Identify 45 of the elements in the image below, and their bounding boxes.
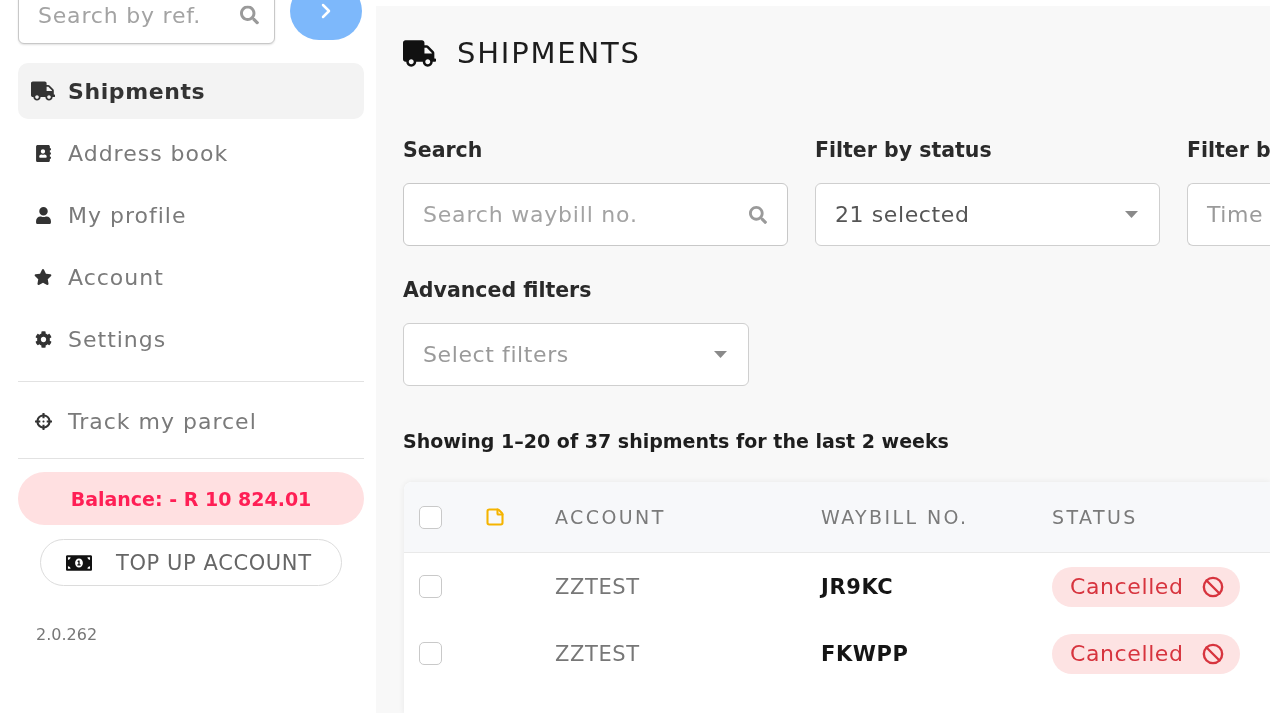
nav-item[interactable]: Address book bbox=[18, 125, 364, 181]
field-label: Filter b bbox=[1187, 138, 1270, 163]
ban-icon bbox=[1201, 642, 1224, 665]
field-label: Filter by status bbox=[815, 138, 992, 163]
input-field[interactable]: Time bbox=[1187, 183, 1270, 246]
select-field[interactable]: 21 selected bbox=[815, 183, 1160, 246]
table-cell: FKWPP bbox=[821, 641, 909, 666]
search-field[interactable]: Search waybill no. bbox=[403, 183, 788, 246]
top-up-button[interactable]: TOP UP ACCOUNT bbox=[40, 539, 342, 586]
checkbox[interactable] bbox=[419, 505, 442, 529]
page-title: SHIPMENTS bbox=[457, 36, 641, 70]
column-header: ACCOUNT bbox=[555, 506, 666, 528]
status-badge: Cancelled bbox=[1052, 566, 1240, 607]
nav-item[interactable]: Shipments bbox=[18, 63, 364, 119]
star-icon bbox=[34, 268, 52, 286]
checkbox[interactable] bbox=[419, 642, 442, 665]
caret-icon bbox=[714, 351, 727, 358]
nav-item[interactable]: Track my parcel bbox=[18, 393, 364, 449]
nav-item[interactable]: My profile bbox=[18, 187, 364, 243]
version-text: 2.0.262 bbox=[36, 625, 98, 644]
nav-item[interactable]: Settings bbox=[18, 311, 364, 367]
address-book-icon bbox=[34, 144, 52, 162]
search-icon bbox=[240, 5, 259, 25]
column-header: WAYBILL NO. bbox=[821, 506, 969, 528]
results-summary: Showing 1–20 of 37 shipments for the last 2 weeks bbox=[403, 430, 949, 452]
truck-icon bbox=[31, 79, 55, 103]
field-label: Search bbox=[403, 138, 483, 163]
search-icon bbox=[749, 205, 767, 224]
nav-item[interactable]: Account bbox=[18, 249, 364, 305]
table-cell: JR9KC bbox=[821, 574, 894, 599]
column-header: STATUS bbox=[1052, 506, 1138, 528]
field-label: Advanced filters bbox=[403, 278, 592, 303]
status-badge: Cancelled bbox=[1052, 633, 1240, 674]
table-cell: ZZTEST bbox=[555, 641, 640, 666]
user-icon bbox=[34, 206, 52, 224]
note-icon bbox=[485, 507, 505, 527]
gear-icon bbox=[34, 330, 52, 348]
ban-icon bbox=[1201, 575, 1224, 598]
crosshair-icon bbox=[34, 412, 52, 430]
balance-banner: Balance: - R 10 824.01 bbox=[18, 472, 364, 525]
search-field[interactable]: Search by ref. bbox=[18, 0, 275, 44]
table-cell: ZZTEST bbox=[555, 574, 640, 599]
checkbox[interactable] bbox=[419, 575, 442, 598]
select-field[interactable]: Select filters bbox=[403, 323, 749, 386]
caret-icon bbox=[1125, 211, 1138, 218]
